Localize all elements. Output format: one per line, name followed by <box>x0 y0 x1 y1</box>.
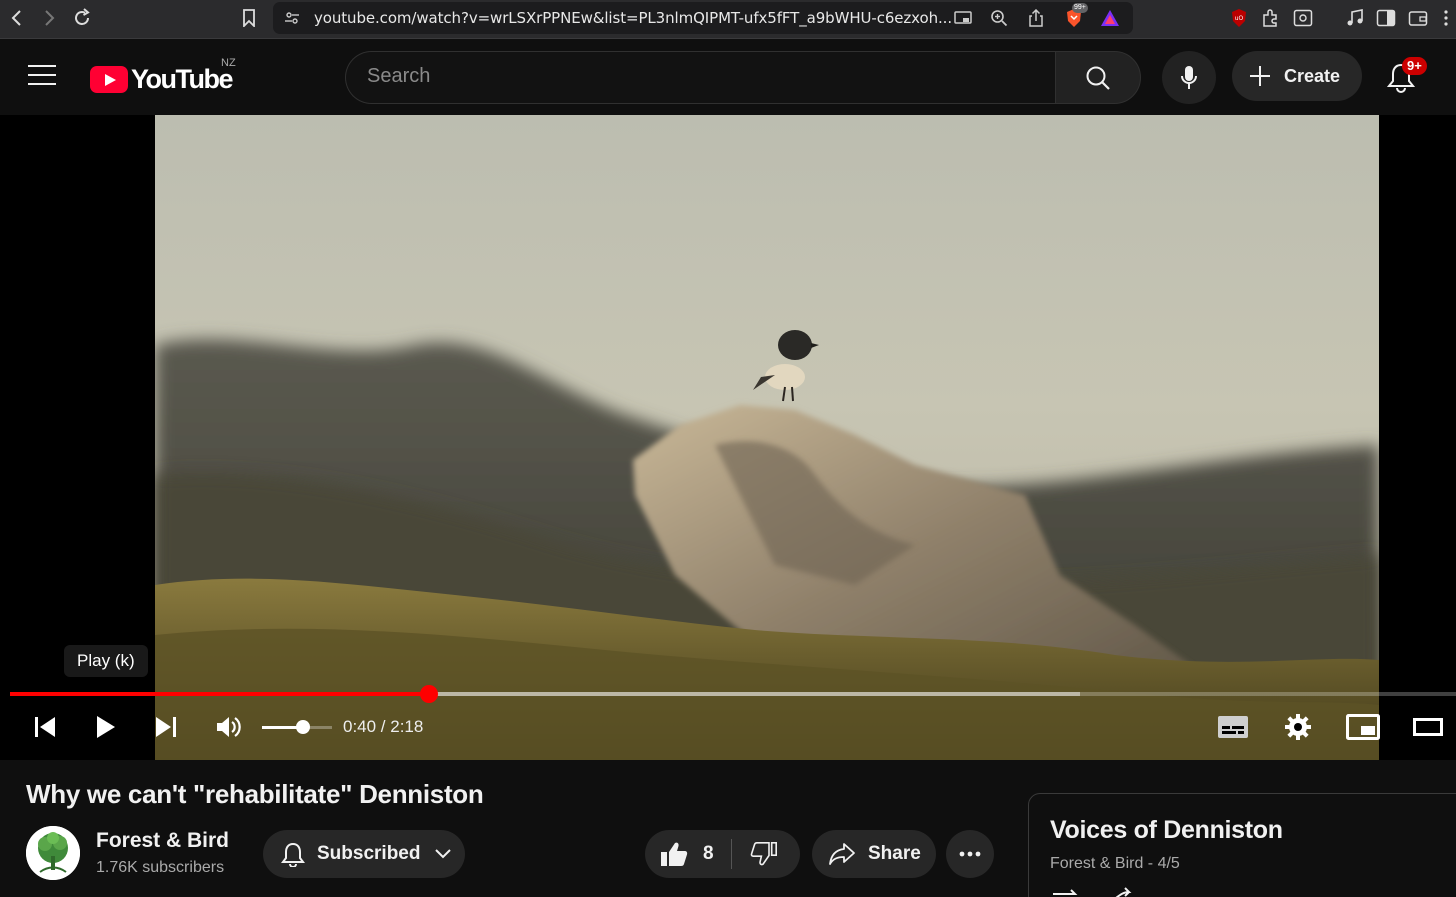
video-player[interactable]: Play (k) 0:40 / 2:18 <box>0 115 1456 760</box>
miniplayer-button[interactable] <box>1344 709 1382 745</box>
svg-text:uO: uO <box>1235 15 1244 22</box>
notification-count-badge: 9+ <box>1402 57 1427 75</box>
miniplayer-icon <box>1346 714 1380 740</box>
wallet-icon[interactable] <box>1406 6 1430 30</box>
share-label: Share <box>868 843 921 864</box>
shuffle-icon <box>1115 887 1132 897</box>
next-icon <box>156 717 176 737</box>
playlist-title[interactable]: Voices of Denniston <box>1050 816 1283 845</box>
search-button[interactable] <box>1055 51 1141 104</box>
play-tooltip: Play (k) <box>64 645 148 677</box>
subscribed-button[interactable]: Subscribed <box>263 830 465 878</box>
zoom-icon[interactable] <box>988 7 1010 29</box>
more-horizontal-icon <box>959 851 981 857</box>
forward-icon[interactable] <box>37 6 61 30</box>
theater-mode-icon <box>1413 718 1443 736</box>
progress-bar[interactable] <box>10 685 1456 703</box>
shields-count-badge: 99+ <box>1072 3 1088 13</box>
bell-icon <box>281 842 305 867</box>
youtube-logo[interactable]: YouTube <box>90 63 233 94</box>
subscriber-count: 1.76K subscribers <box>96 859 225 876</box>
like-button[interactable]: 8 <box>645 830 731 878</box>
play-icon <box>97 716 115 738</box>
plus-icon <box>1250 66 1270 86</box>
thumbs-up-icon <box>661 842 688 866</box>
playlist-panel: Voices of Denniston Forest & Bird - 4/5 <box>1028 793 1456 897</box>
video-still-image <box>155 115 1379 760</box>
reader-mode-icon[interactable] <box>1291 6 1315 30</box>
progress-played <box>10 692 430 696</box>
theater-mode-button[interactable] <box>1408 709 1448 745</box>
shuffle-playlist-button[interactable] <box>1105 886 1135 897</box>
share-page-icon[interactable] <box>1025 7 1047 29</box>
subtitles-button[interactable] <box>1215 709 1251 745</box>
loop-icon <box>1053 889 1078 895</box>
ublock-icon[interactable]: uO <box>1227 6 1251 30</box>
subtitles-icon <box>1218 716 1248 738</box>
country-code: NZ <box>221 57 236 69</box>
video-title: Why we can't "rehabilitate" Denniston <box>26 779 484 809</box>
youtube-play-icon <box>90 65 128 93</box>
time-display: 0:40 / 2:18 <box>343 717 424 736</box>
previous-button[interactable] <box>30 709 60 745</box>
menu-icon[interactable] <box>1436 6 1456 30</box>
volume-icon <box>217 717 241 737</box>
back-icon[interactable] <box>5 6 29 30</box>
like-dislike-group: 8 <box>645 830 800 878</box>
cast-icon[interactable] <box>952 7 974 29</box>
settings-button[interactable] <box>1280 709 1316 745</box>
subscribed-label: Subscribed <box>317 843 421 864</box>
search-box <box>345 51 1055 104</box>
media-controls-icon[interactable] <box>1343 6 1367 30</box>
extensions-icon[interactable] <box>1259 6 1283 30</box>
site-settings-icon[interactable] <box>281 7 303 29</box>
play-button[interactable] <box>90 709 122 745</box>
like-count: 8 <box>703 843 714 864</box>
sidebar-toggle-icon[interactable] <box>1374 6 1398 30</box>
brave-rewards-icon[interactable] <box>1099 7 1121 29</box>
bookmark-icon[interactable] <box>237 6 261 30</box>
url-text[interactable]: youtube.com/watch?v=wrLSXrPPNEw&list=PL3… <box>314 9 952 27</box>
next-button[interactable] <box>150 709 182 745</box>
browser-toolbar: youtube.com/watch?v=wrLSXrPPNEw&list=PL3… <box>0 0 1456 39</box>
previous-icon <box>35 717 55 737</box>
youtube-header: YouTube NZ Create 9+ <box>0 40 1456 115</box>
volume-slider[interactable] <box>262 720 332 734</box>
volume-knob[interactable] <box>295 720 310 734</box>
channel-name[interactable]: Forest & Bird <box>96 829 229 853</box>
video-frame[interactable] <box>155 115 1379 760</box>
playlist-owner-position: Forest & Bird - 4/5 <box>1050 855 1180 872</box>
dislike-button[interactable] <box>732 830 800 878</box>
guide-menu-icon[interactable] <box>28 65 56 87</box>
channel-avatar[interactable] <box>26 826 80 880</box>
brave-shields-icon[interactable]: 99+ <box>1063 3 1088 29</box>
search-input[interactable] <box>367 65 1027 88</box>
chevron-down-icon <box>435 849 452 859</box>
search-icon <box>1086 66 1110 90</box>
voice-search-button[interactable] <box>1162 51 1216 104</box>
address-bar[interactable]: youtube.com/watch?v=wrLSXrPPNEw&list=PL3… <box>273 2 1133 34</box>
logo-text: YouTube <box>131 63 233 94</box>
loop-playlist-button[interactable] <box>1050 886 1080 897</box>
share-button[interactable]: Share <box>812 830 936 878</box>
microphone-icon <box>1181 65 1197 89</box>
share-icon <box>829 843 855 865</box>
reload-icon[interactable] <box>70 6 94 30</box>
gear-icon <box>1285 714 1311 740</box>
more-actions-button[interactable] <box>946 830 994 878</box>
mute-button[interactable] <box>212 709 246 745</box>
create-label: Create <box>1284 65 1341 86</box>
thumbs-down-icon <box>750 842 778 866</box>
create-button[interactable]: Create <box>1232 51 1362 101</box>
